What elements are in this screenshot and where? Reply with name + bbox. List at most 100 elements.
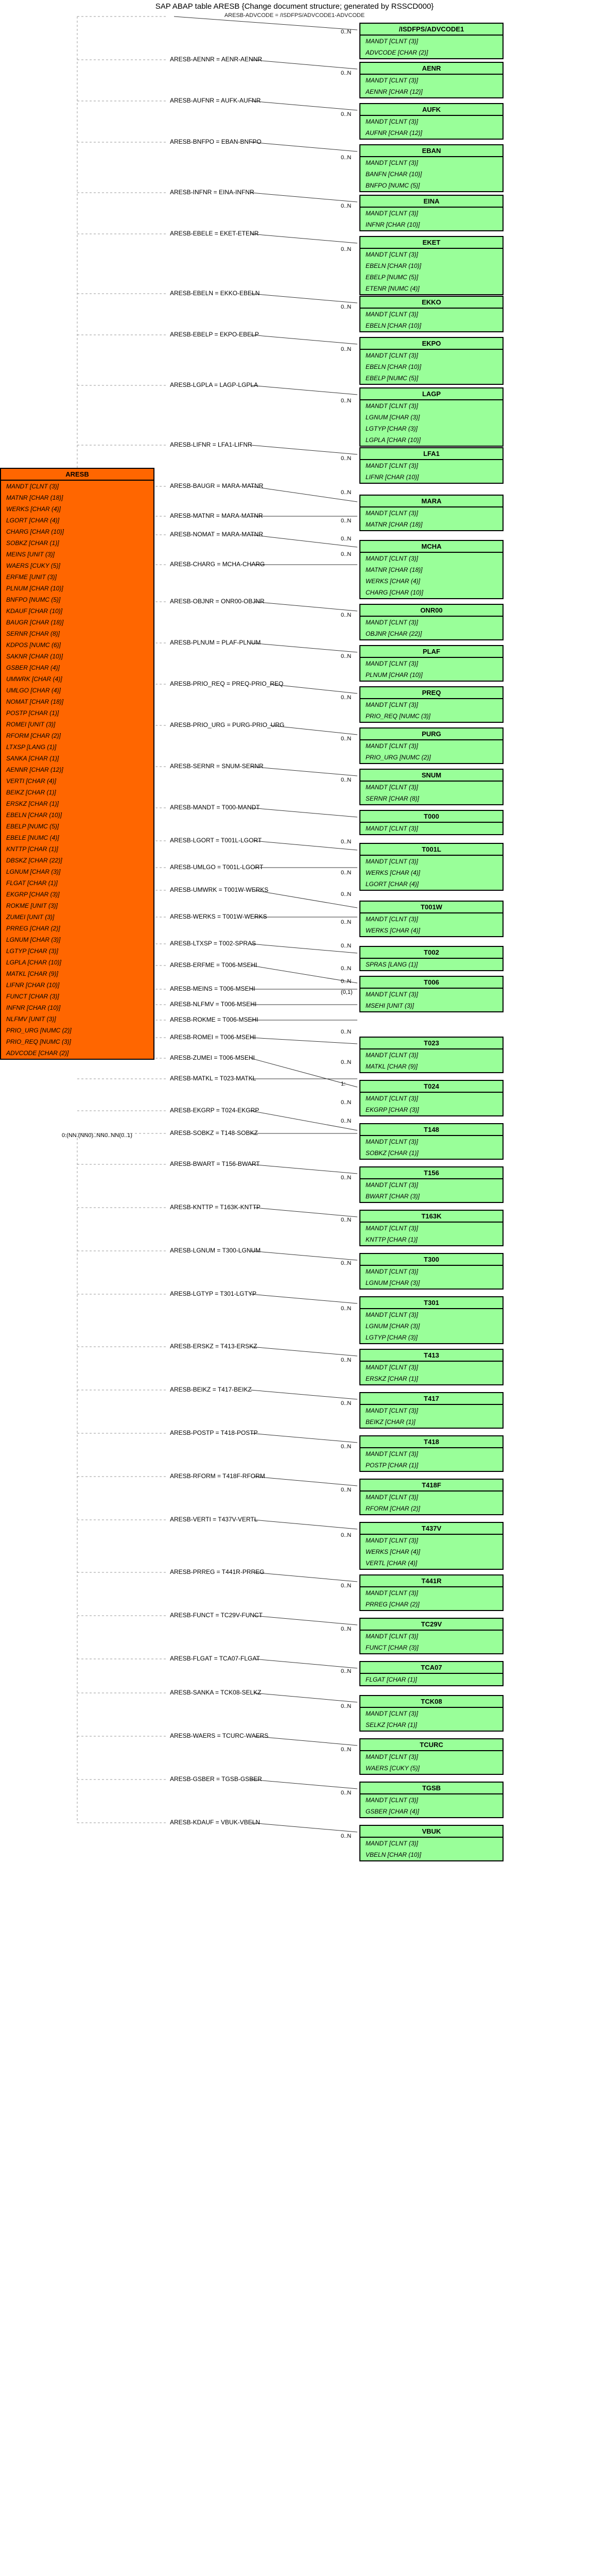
entity-field-row: MANDT [CLNT (3)]	[360, 1223, 503, 1234]
entity-name: EKPO	[360, 338, 503, 350]
entity-name: EBAN	[360, 145, 503, 157]
join-label: ARESB-EBELE = EKET-ETENR	[170, 230, 258, 237]
entity-name: LAGP	[360, 388, 503, 400]
root-field-row: KNTTP [CHAR (1)]	[1, 843, 153, 855]
join-label: ARESB-LGPLA = LAGP-LGPLA	[170, 381, 258, 388]
entity-name: T418	[360, 1436, 503, 1448]
entity-name: EKET	[360, 237, 503, 249]
entity-field-row: EBELP [NUMC (5)]	[360, 272, 503, 283]
join-label: ARESB-SERNR = SNUM-SERNR	[170, 762, 264, 770]
cardinality-label: 0..N	[341, 304, 351, 310]
entity-name: T156	[360, 1167, 503, 1179]
entity-tcurc: TCURCMANDT [CLNT (3)]WAERS [CUKY (5)]	[359, 1738, 504, 1775]
root-field-row: FUNCT [CHAR (3)]	[1, 991, 153, 1002]
entity-field-row: MANDT [CLNT (3)]	[360, 1309, 503, 1320]
entity-field-row: EBELN [CHAR (10)]	[360, 361, 503, 372]
entity-name: T413	[360, 1350, 503, 1362]
join-label: ARESB-INFNR = EINA-INFNR	[170, 189, 254, 196]
entity-field-row: MANDT [CLNT (3)]	[360, 782, 503, 793]
root-field-row: SOBKZ [CHAR (1)]	[1, 537, 153, 549]
root-field-row: CHARG [CHAR (10)]	[1, 526, 153, 537]
cardinality-label: 0..N	[341, 1583, 351, 1589]
join-label: ARESB-ERFME = T006-MSEHI	[170, 961, 257, 969]
entity-field-row: LGNUM [CHAR (3)]	[360, 1277, 503, 1289]
entity-tgsb: TGSBMANDT [CLNT (3)]GSBER [CHAR (4)]	[359, 1782, 504, 1818]
cardinality-label: 0..N	[341, 978, 351, 985]
join-label: ARESB-EKGRP = T024-EKGRP	[170, 1107, 259, 1114]
cardinality-label: 0..N	[341, 1668, 351, 1674]
root-entity-name: ARESB	[1, 469, 153, 481]
entity-field-row: POSTP [CHAR (1)]	[360, 1460, 503, 1471]
entity-t024: T024MANDT [CLNT (3)]EKGRP [CHAR (3)]	[359, 1080, 504, 1116]
cardinality-label: 0..N	[341, 551, 351, 557]
root-field-row: SAKNR [CHAR (10)]	[1, 651, 153, 662]
join-label: ARESB-RFORM = T418F-RFORM	[170, 1472, 265, 1480]
entity-field-row: SELKZ [CHAR (1)]	[360, 1719, 503, 1731]
entity-field-row: LIFNR [CHAR (10)]	[360, 471, 503, 483]
cardinality-label: 0..N	[341, 455, 351, 462]
root-field-row: GSBER [CHAR (4)]	[1, 662, 153, 673]
entity-name: TCK08	[360, 1696, 503, 1708]
entity-field-row: MANDT [CLNT (3)]	[360, 913, 503, 925]
entity-field-row: MANDT [CLNT (3)]	[360, 1049, 503, 1061]
entity-field-row: WERKS [CHAR (4)]	[360, 925, 503, 936]
entity-field-row: MANDT [CLNT (3)]	[360, 460, 503, 471]
root-field-row: EBELP [NUMC (5)]	[1, 821, 153, 832]
root-field-row: MATNR [CHAR (18)]	[1, 492, 153, 503]
entity-field-row: LGNUM [CHAR (3)]	[360, 412, 503, 423]
entity-field-row: EKGRP [CHAR (3)]	[360, 1104, 503, 1115]
join-label: ARESB-LTXSP = T002-SPRAS	[170, 940, 256, 947]
entity-plaf: PLAFMANDT [CLNT (3)]PLNUM [CHAR (10)]	[359, 645, 504, 682]
join-label: ARESB-FLGAT = TCA07-FLGAT	[170, 1655, 260, 1662]
entity-field-row: EBELN [CHAR (10)]	[360, 260, 503, 272]
root-field-row: AENNR [CHAR (12)]	[1, 764, 153, 775]
entity-field-row: SPRAS [LANG (1)]	[360, 959, 503, 970]
cardinality-label: 0..N	[341, 1217, 351, 1223]
entity-field-row: LGTYP [CHAR (3)]	[360, 423, 503, 434]
join-label: ARESB-ROKME = T006-MSEHI	[170, 1016, 258, 1023]
entity-name: AUFK	[360, 104, 503, 116]
join-label: ARESB-AUFNR = AUFK-AUFNR	[170, 97, 261, 104]
join-label: ARESB-MATNR = MARA-MATNR	[170, 512, 263, 519]
entity-field-row: ERSKZ [CHAR (1)]	[360, 1373, 503, 1384]
cardinality-label: 0..N	[341, 489, 351, 496]
entity-name: /ISDFPS/ADVCODE1	[360, 24, 503, 36]
entity-name: T163K	[360, 1211, 503, 1223]
root-field-row: MATKL [CHAR (9)]	[1, 968, 153, 979]
root-field-row: FLGAT [CHAR (1)]	[1, 877, 153, 889]
entity-name: T441R	[360, 1575, 503, 1587]
join-label: ARESB-PLNUM = PLAF-PLNUM	[170, 639, 261, 646]
entity-t001w: T001WMANDT [CLNT (3)]WERKS [CHAR (4)]	[359, 901, 504, 937]
join-label: ARESB-BEIKZ = T417-BEIKZ	[170, 1386, 252, 1393]
entity-field-row: GSBER [CHAR (4)]	[360, 1806, 503, 1817]
entity-name: T437V	[360, 1523, 503, 1535]
entity-t437v: T437VMANDT [CLNT (3)]WERKS [CHAR (4)]VER…	[359, 1522, 504, 1570]
entity-name: TCA07	[360, 1662, 503, 1674]
entity-field-row: MATKL [CHAR (9)]	[360, 1061, 503, 1072]
entity-field-row: MANDT [CLNT (3)]	[360, 1587, 503, 1599]
root-field-row: LTXSP [LANG (1)]	[1, 741, 153, 753]
entity-t163k: T163KMANDT [CLNT (3)]KNTTP [CHAR (1)]	[359, 1210, 504, 1246]
entity-field-row: ETENR [NUMC (4)]	[360, 283, 503, 294]
root-field-row: ERFME [UNIT (3)]	[1, 571, 153, 583]
cardinality-label: 0..N	[341, 1260, 351, 1266]
entity-t301: T301MANDT [CLNT (3)]LGNUM [CHAR (3)]LGTY…	[359, 1296, 504, 1344]
join-label: ARESB-LGTYP = T301-LGTYP	[170, 1290, 256, 1297]
cardinality-label: 0..N	[341, 203, 351, 209]
root-field-row: ADVCODE [CHAR (2)]	[1, 1047, 153, 1059]
entity-name: T001L	[360, 844, 503, 856]
root-field-row: PLNUM [CHAR (10)]	[1, 583, 153, 594]
cardinality-label: 0..N	[341, 1444, 351, 1450]
join-label: ARESB-SOBKZ = T148-SOBKZ	[170, 1129, 258, 1137]
entity-t001l: T001LMANDT [CLNT (3)]WERKS [CHAR (4)]LGO…	[359, 843, 504, 891]
root-field-row: ROMEI [UNIT (3)]	[1, 719, 153, 730]
entity-field-row: MANDT [CLNT (3)]	[360, 1535, 503, 1546]
entity-t418f: T418FMANDT [CLNT (3)]RFORM [CHAR (2)]	[359, 1479, 504, 1515]
entity-field-row: RFORM [CHAR (2)]	[360, 1503, 503, 1514]
join-label: ARESB-OBJNR = ONR00-OBJNR	[170, 598, 265, 605]
entity-field-row: BANFN [CHAR (10)]	[360, 168, 503, 180]
join-label: ARESB-KDAUF = VBUK-VBELN	[170, 1819, 260, 1826]
cardinality-label: 0..N	[341, 653, 351, 659]
entity-mcha: MCHAMANDT [CLNT (3)]MATNR [CHAR (18)]WER…	[359, 540, 504, 599]
entity-name: VBUK	[360, 1826, 503, 1838]
